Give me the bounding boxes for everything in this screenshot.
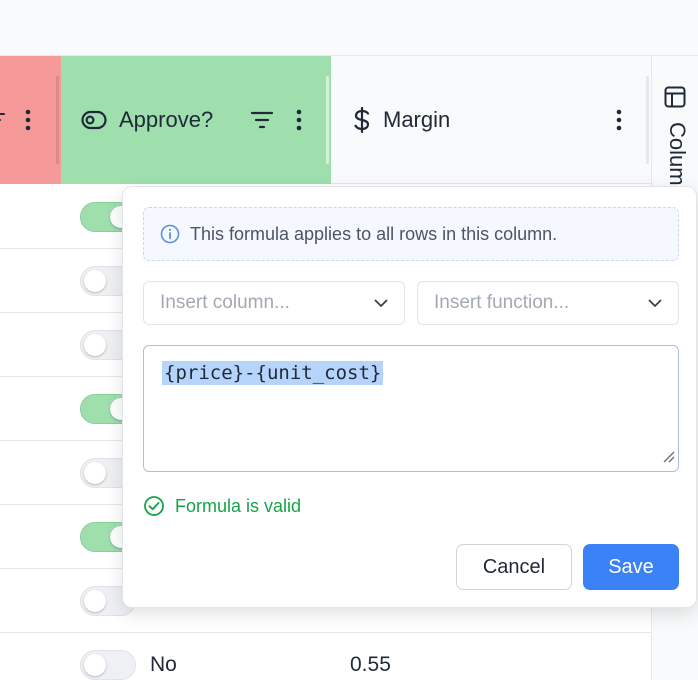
insert-column-select[interactable]: Insert column... [143, 281, 405, 325]
formula-valid-text: Formula is valid [175, 495, 302, 516]
insert-function-select[interactable]: Insert function... [417, 281, 679, 325]
column-header-margin[interactable]: Margin [331, 56, 651, 184]
chevron-down-icon [648, 296, 662, 315]
formula-text-selected[interactable]: {price}-{unit_cost} [162, 361, 384, 385]
row-approve-label: No [150, 653, 177, 676]
toggle-knob [84, 270, 106, 292]
table-row: No 0.55 [0, 633, 651, 680]
check-circle-icon [143, 495, 165, 517]
top-toolbar [0, 0, 698, 56]
column-title-margin: Margin [383, 106, 451, 132]
formula-textarea[interactable]: {price}-{unit_cost} [143, 345, 679, 472]
column-resize-handle[interactable] [646, 76, 649, 164]
column-title-approve: Approve? [119, 107, 214, 132]
eye-toggle-icon [81, 110, 107, 130]
save-button[interactable]: Save [583, 544, 679, 590]
toggle-knob [84, 590, 106, 612]
insert-column-placeholder: Insert column... [160, 292, 290, 313]
toggle-knob [84, 654, 106, 676]
column-header-approve[interactable]: Approve? [61, 56, 331, 184]
toggle-knob [84, 462, 106, 484]
column-resize-handle[interactable] [326, 76, 329, 164]
dollar-icon [353, 106, 371, 133]
formula-validation: Formula is valid [143, 495, 301, 517]
toggle-knob [84, 334, 106, 356]
column-header-previous[interactable] [0, 56, 61, 184]
kebab-icon[interactable] [18, 105, 38, 135]
row-margin-value: 0.55 [350, 653, 391, 676]
kebab-icon[interactable] [289, 105, 309, 135]
formula-info-banner: This formula applies to all rows in this… [143, 207, 679, 261]
resize-handle-icon[interactable] [661, 449, 675, 468]
formula-info-text: This formula applies to all rows in this… [190, 223, 558, 244]
kebab-icon[interactable] [609, 105, 629, 135]
approve-toggle[interactable] [80, 650, 136, 680]
chevron-down-icon [374, 296, 388, 315]
info-icon [160, 224, 180, 244]
filter-icon[interactable] [250, 109, 274, 131]
columns-icon[interactable] [664, 86, 686, 108]
formula-editor-popover: This formula applies to all rows in this… [122, 186, 697, 608]
column-resize-handle[interactable] [56, 76, 59, 164]
filter-icon-partial[interactable] [0, 110, 6, 130]
cancel-button[interactable]: Cancel [456, 544, 572, 590]
insert-function-placeholder: Insert function... [434, 292, 570, 313]
